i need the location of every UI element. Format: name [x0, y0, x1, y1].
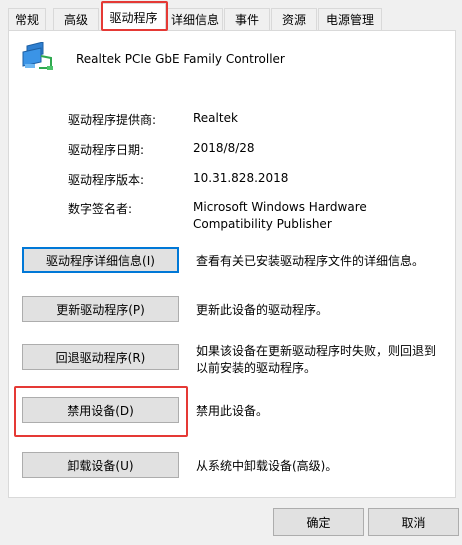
driver-details-description: 查看有关已安装驱动程序文件的详细信息。 — [196, 254, 425, 268]
disable-device-description: 禁用此设备。 — [196, 404, 269, 418]
tab-driver[interactable]: 驱动程序 — [101, 3, 166, 31]
signer-value: Microsoft Windows Hardware Compatibility… — [193, 199, 367, 233]
uninstall-device-description: 从系统中卸载设备(高级)。 — [196, 459, 338, 473]
roll-back-driver-button[interactable]: 回退驱动程序(R) — [22, 344, 179, 370]
provider-value: Realtek — [193, 111, 238, 125]
device-name: Realtek PCIe GbE Family Controller — [76, 52, 285, 66]
provider-label: 驱动程序提供商: — [68, 113, 157, 127]
uninstall-device-button[interactable]: 卸载设备(U) — [22, 452, 179, 478]
tab-power-management[interactable]: 电源管理 — [318, 8, 382, 30]
network-adapter-icon — [21, 41, 55, 75]
ok-button[interactable]: 确定 — [273, 508, 364, 536]
version-label: 驱动程序版本: — [68, 173, 145, 187]
tab-details[interactable]: 详细信息 — [167, 8, 223, 30]
tab-events[interactable]: 事件 — [224, 8, 270, 30]
date-value: 2018/8/28 — [193, 141, 255, 155]
roll-back-description-line2: 以前安装的驱动程序。 — [196, 361, 317, 375]
cancel-button[interactable]: 取消 — [368, 508, 459, 536]
update-driver-button[interactable]: 更新驱动程序(P) — [22, 296, 179, 322]
driver-details-button[interactable]: 驱动程序详细信息(I) — [22, 247, 179, 273]
tab-general[interactable]: 常规 — [8, 8, 46, 30]
signer-value-line2: Compatibility Publisher — [193, 217, 332, 231]
roll-back-driver-description: 如果该设备在更新驱动程序时失败，则回退到 以前安装的驱动程序。 — [196, 343, 446, 377]
disable-device-button[interactable]: 禁用设备(D) — [22, 397, 179, 423]
roll-back-description-line1: 如果该设备在更新驱动程序时失败，则回退到 — [196, 344, 437, 358]
tab-advanced[interactable]: 高级 — [53, 8, 99, 30]
tab-resources[interactable]: 资源 — [271, 8, 317, 30]
update-driver-description: 更新此设备的驱动程序。 — [196, 303, 329, 317]
date-label: 驱动程序日期: — [68, 143, 145, 157]
version-value: 10.31.828.2018 — [193, 171, 289, 185]
signer-label: 数字签名者: — [68, 202, 133, 216]
signer-value-line1: Microsoft Windows Hardware — [193, 200, 367, 214]
